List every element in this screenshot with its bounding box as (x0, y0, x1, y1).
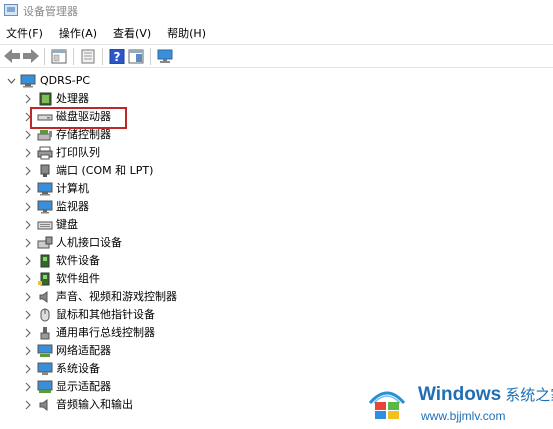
tree-item-label: 人机接口设备 (56, 236, 122, 249)
watermark: Windows系统之家 www.bjjmlv.com (360, 375, 553, 429)
tree-item-label: 鼠标和其他指针设备 (56, 308, 155, 321)
chevron-right-icon[interactable] (22, 234, 32, 252)
tree-item-label: 存储控制器 (56, 128, 111, 141)
tree-item-label: 键盘 (56, 218, 78, 231)
processor-icon (39, 92, 52, 106)
tree-item-label: 网络适配器 (56, 344, 111, 357)
watermark-brand-en: Windows (418, 384, 502, 405)
device-manager-app-icon (4, 4, 18, 16)
tree-item[interactable]: 键盘 (0, 216, 553, 234)
chevron-right-icon[interactable] (22, 144, 32, 162)
printer-icon (37, 146, 53, 160)
back-arrow-icon[interactable] (4, 49, 20, 64)
menu-bar: 文件(F) 操作(A) 查看(V) 帮助(H) (0, 24, 553, 44)
tree-item[interactable]: 人机接口设备 (0, 234, 553, 252)
tree-item-label: 软件设备 (56, 254, 100, 267)
mouse-icon (40, 308, 50, 322)
toolbar-divider (0, 67, 553, 68)
update-driver-icon[interactable] (80, 49, 96, 64)
tree-item-label: 端口 (COM 和 LPT) (56, 164, 154, 177)
usb-icon (40, 327, 50, 340)
watermark-brand: Windows系统之家 (418, 384, 553, 406)
keyboard-icon (37, 221, 53, 230)
chevron-right-icon[interactable] (22, 360, 32, 378)
tree-item[interactable]: 监视器 (0, 198, 553, 216)
software-device-icon (40, 254, 50, 268)
forward-arrow-icon[interactable] (23, 49, 39, 64)
tree-item[interactable]: 计算机 (0, 180, 553, 198)
menu-action[interactable]: 操作(A) (51, 24, 105, 44)
tree-item[interactable]: 鼠标和其他指针设备 (0, 306, 553, 324)
menu-view[interactable]: 查看(V) (105, 24, 159, 44)
tree-item[interactable]: 软件设备 (0, 252, 553, 270)
tree-item-label: 系统设备 (56, 362, 100, 375)
chevron-right-icon[interactable] (22, 288, 32, 306)
speaker-icon (39, 291, 48, 303)
properties-icon[interactable] (51, 49, 67, 64)
chevron-right-icon[interactable] (22, 396, 32, 414)
tree-root-label: QDRS-PC (40, 74, 91, 87)
watermark-url: www.bjjmlv.com (421, 409, 506, 423)
tree-item-label: 监视器 (56, 200, 89, 213)
system-device-icon (37, 362, 53, 375)
show-hide-icon[interactable] (128, 49, 144, 64)
menu-help[interactable]: 帮助(H) (159, 24, 214, 44)
chevron-right-icon[interactable] (22, 378, 32, 396)
chevron-right-icon[interactable] (22, 270, 32, 288)
software-component-icon (38, 272, 50, 286)
tree-item[interactable]: 处理器 (0, 90, 553, 108)
computer-icon (37, 182, 53, 196)
title-bar: 设备管理器 (0, 0, 553, 22)
help-icon[interactable]: ? (109, 49, 125, 64)
tree-item[interactable]: 打印队列 (0, 144, 553, 162)
network-adapter-icon (37, 344, 53, 357)
tree-item[interactable]: 通用串行总线控制器 (0, 324, 553, 342)
tree-item-label: 处理器 (56, 92, 89, 105)
tree-item[interactable]: 声音、视频和游戏控制器 (0, 288, 553, 306)
chevron-right-icon[interactable] (22, 216, 32, 234)
chevron-right-icon[interactable] (22, 252, 32, 270)
storage-controller-icon (37, 130, 52, 141)
port-icon (40, 164, 50, 177)
watermark-brand-cn: 系统之家 (505, 387, 553, 404)
display-adapter-icon (37, 380, 53, 393)
monitor-scan-icon[interactable] (157, 49, 173, 64)
tree-root[interactable]: QDRS-PC (0, 72, 553, 90)
tree-item-label: 声音、视频和游戏控制器 (56, 290, 177, 303)
chevron-down-icon[interactable] (6, 72, 16, 90)
toolbar: ? (0, 45, 553, 67)
tree-item-label: 音频输入和输出 (56, 398, 133, 411)
tree-item-label: 软件组件 (56, 272, 100, 285)
chevron-right-icon[interactable] (22, 198, 32, 216)
menu-file[interactable]: 文件(F) (0, 24, 51, 44)
chevron-right-icon[interactable] (22, 180, 32, 198)
window-title: 设备管理器 (23, 5, 78, 18)
tree-item-label: 计算机 (56, 182, 89, 195)
monitor-icon (37, 200, 53, 214)
chevron-right-icon[interactable] (22, 162, 32, 180)
hid-icon (37, 236, 53, 249)
tree-item[interactable]: 软件组件 (0, 270, 553, 288)
audio-io-icon (39, 399, 48, 411)
chevron-right-icon[interactable] (22, 342, 32, 360)
chevron-right-icon[interactable] (22, 324, 32, 342)
highlight-box (30, 107, 127, 129)
tree-item[interactable]: 网络适配器 (0, 342, 553, 360)
tree-item-label: 打印队列 (56, 146, 100, 159)
tree-item-label: 通用串行总线控制器 (56, 326, 155, 339)
chevron-right-icon[interactable] (22, 306, 32, 324)
windows-logo-icon (368, 391, 406, 419)
tree-item[interactable]: 端口 (COM 和 LPT) (0, 162, 553, 180)
chevron-right-icon[interactable] (22, 90, 32, 108)
computer-root-icon (20, 74, 36, 88)
tree-item-label: 显示适配器 (56, 380, 111, 393)
svg-text:?: ? (114, 50, 121, 64)
